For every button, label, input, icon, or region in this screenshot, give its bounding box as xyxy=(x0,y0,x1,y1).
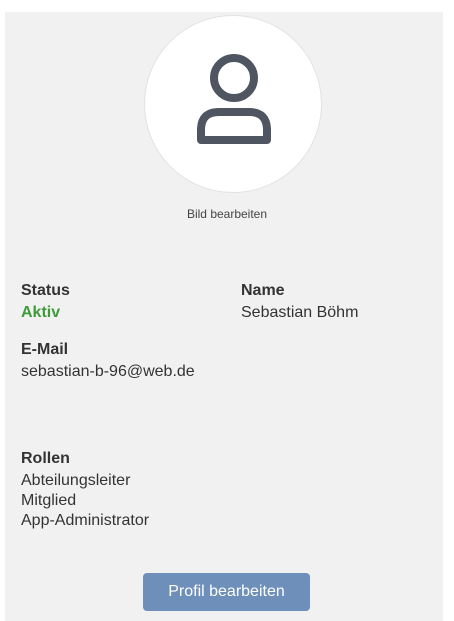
roles-label: Rollen xyxy=(21,450,70,467)
name-value: Sebastian Böhm xyxy=(241,304,359,321)
name-label: Name xyxy=(241,282,285,299)
edit-profile-button[interactable]: Profil bearbeiten xyxy=(143,573,310,611)
status-value: Aktiv xyxy=(21,304,61,321)
profile-panel: Bild bearbeiten Status Aktiv Name Sebast… xyxy=(5,12,443,621)
roles-list: Abteilungsleiter Mitglied App-Administra… xyxy=(21,471,149,531)
status-label: Status xyxy=(21,282,70,299)
email-label: E-Mail xyxy=(21,341,69,358)
avatar[interactable] xyxy=(144,15,322,193)
role-item: Abteilungsleiter xyxy=(21,472,131,489)
user-icon xyxy=(197,54,271,144)
email-value: sebastian-b-96@web.de xyxy=(21,363,195,380)
edit-photo-link[interactable]: Bild bearbeiten xyxy=(0,207,454,221)
role-item: Mitglied xyxy=(21,492,77,509)
role-item: App-Administrator xyxy=(21,512,150,529)
